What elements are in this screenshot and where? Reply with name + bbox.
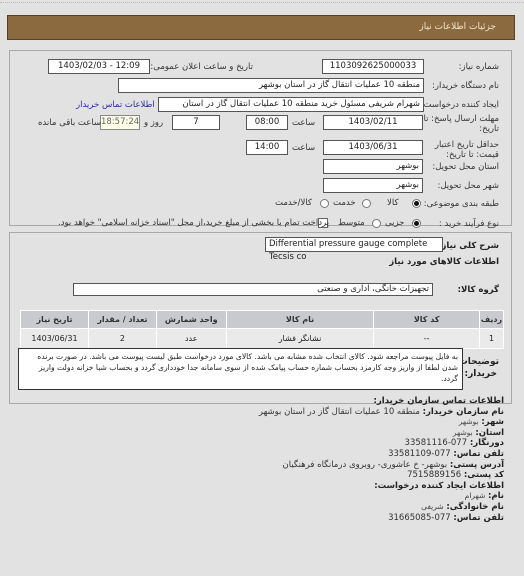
goods-group-field[interactable]: تجهیزات خانگی، اداری و صنعتی: [73, 283, 433, 296]
fax-value: 077-33581116: [404, 438, 468, 449]
validity-time-field[interactable]: 14:00: [246, 140, 288, 155]
buyer-org-field[interactable]: منطقه 10 عملیات انتقال گاز در استان بوشه…: [118, 78, 424, 93]
notes-label-2: خریدار:: [464, 369, 497, 379]
validity-label-2: قیمت: تا تاریخ:: [446, 150, 499, 160]
contact-title: اطلاعات تماس سازمان خریدار:: [373, 396, 504, 406]
col-code: کد کالا: [373, 310, 481, 329]
need-info-panel: شماره نیاز: 1103092625000033 تاریخ و ساع…: [9, 50, 512, 229]
validity-label: حداقل تاریخ اعتبار: [434, 140, 499, 150]
remaining-time-field: 18:57:24: [100, 115, 140, 130]
page-title: جزئیات اطلاعات نیاز: [419, 22, 496, 32]
family-label: نام خانوادگی:: [446, 501, 504, 512]
reply-time-field[interactable]: 08:00: [246, 115, 288, 130]
city-label: شهر:: [481, 417, 504, 428]
process-option-medium: متوسط: [338, 218, 365, 228]
family-value: شریفی: [421, 501, 444, 511]
reply-date-field[interactable]: 1403/02/11: [323, 115, 423, 130]
announce-label: تاریخ و ساعت اعلان عمومی:: [150, 62, 253, 72]
phone-label: تلفن تماس:: [453, 448, 504, 459]
days-label: روز و: [144, 118, 164, 128]
days-field[interactable]: 7: [172, 115, 220, 130]
process-option-minor: جزیی: [385, 218, 405, 228]
page-title-bar: جزئیات اطلاعات نیاز: [7, 15, 515, 40]
summary-label: شرح کلی نیاز:: [438, 241, 499, 251]
category-option-both: کالا/خدمت: [275, 198, 312, 208]
col-row: ردیف: [479, 310, 504, 329]
creator-phone-value: 077-31665085: [388, 512, 451, 523]
reply-time-label: ساعت: [292, 118, 316, 128]
phone-value: 077-33581109: [388, 448, 451, 459]
col-unit: واحد شمارش: [155, 310, 227, 329]
reply-deadline-label-2: تاریخ:: [479, 124, 499, 134]
province-label: استان محل تحویل:: [432, 162, 499, 172]
city-field[interactable]: بوشهر: [323, 178, 423, 193]
category-radio-service[interactable]: [362, 199, 371, 208]
category-radio-goods[interactable]: [412, 199, 421, 208]
cell-name: نشانگر فشار: [225, 328, 375, 349]
category-option-service: خدمت: [333, 198, 356, 208]
goods-table-header: ردیف کد کالا نام کالا واحد شمارش تعداد /…: [20, 310, 504, 329]
remaining-label: ساعت باقی مانده: [38, 118, 102, 128]
notes-label: توضیحات: [458, 357, 499, 367]
announce-field[interactable]: 1403/02/03 - 12:09: [48, 59, 150, 74]
category-radio-both[interactable]: [320, 199, 329, 208]
col-qty: تعداد / مقدار: [87, 310, 157, 329]
cell-code: --: [373, 328, 481, 349]
col-date: تاریخ نیاز: [20, 310, 89, 329]
table-row: 1 -- نشانگر فشار عدد 2 1403/06/31: [20, 328, 504, 349]
creator-field[interactable]: شهرام شریفی مسئول خرید منطقه 10 عملیات ا…: [158, 97, 424, 112]
buyer-contact-link[interactable]: اطلاعات تماس خریدار: [76, 100, 155, 110]
creator-phone-label: تلفن تماس:: [453, 512, 504, 523]
province-label: استان:: [475, 427, 504, 438]
goods-table: ردیف کد کالا نام کالا واحد شمارش تعداد /…: [20, 310, 504, 349]
contact-info: اطلاعات تماس سازمان خریدار: نام سازمان خ…: [24, 396, 504, 523]
org-label: نام سازمان خریدار:: [422, 406, 504, 417]
goods-group-label: گروه کالا:: [457, 285, 499, 295]
process-label: نوع فرآیند خرید :: [438, 219, 499, 229]
cell-date: 1403/06/31: [20, 328, 89, 349]
need-number-label: شماره نیاز:: [458, 62, 499, 72]
category-label: طبقه بندی موضوعی:: [423, 199, 499, 209]
need-number-field[interactable]: 1103092625000033: [322, 59, 424, 74]
address-value: بوشهر- خ عاشوری- روبروی درمانگاه فرهنگیا…: [282, 459, 448, 470]
payment-checkbox-label: پرداخت تمام یا بخشی از مبلغ خرید،از محل …: [58, 218, 330, 228]
creator-label: ایجاد کننده درخواست:: [420, 100, 499, 110]
summary-field[interactable]: Differential pressure gauge complete Tec…: [265, 237, 443, 262]
goods-info-title: اطلاعات کالاهای مورد نیاز: [389, 257, 499, 267]
postal-label: کد پستی:: [463, 470, 504, 481]
city-value: بوشهر: [458, 417, 479, 427]
name-value: شهرام: [464, 491, 486, 501]
process-radio-minor[interactable]: [412, 219, 421, 228]
buyer-notes-field[interactable]: به فایل پیوست مراجعه شود. کالای انتخاب ش…: [18, 348, 463, 390]
validity-date-field[interactable]: 1403/06/31: [323, 140, 423, 155]
org-value: منطقه 10 عملیات انتقال گاز در استان بوشه…: [258, 406, 420, 417]
name-label: نام:: [487, 491, 504, 502]
cell-qty: 2: [87, 328, 157, 349]
col-name: نام کالا: [225, 310, 375, 329]
buyer-org-label: نام دستگاه خریدار:: [432, 81, 499, 91]
address-label: آدرس پستی:: [449, 459, 504, 470]
top-divider: [0, 0, 524, 3]
province-field[interactable]: بوشهر: [323, 159, 423, 174]
reply-deadline-label: مهلت ارسال پاسخ: تا: [423, 114, 499, 124]
creator-info-title: اطلاعات ایجاد کننده درخواست:: [374, 480, 504, 491]
cell-unit: عدد: [155, 328, 227, 349]
city-label: شهر محل تحویل:: [437, 181, 499, 191]
fax-label: دورنگار:: [469, 438, 504, 449]
category-option-goods: کالا: [387, 198, 399, 208]
validity-time-label: ساعت: [292, 143, 316, 153]
postal-value: 7515889156: [407, 470, 462, 481]
process-radio-medium[interactable]: [372, 219, 381, 228]
cell-row: 1: [479, 328, 504, 349]
province-value: بوشهر: [452, 427, 473, 437]
